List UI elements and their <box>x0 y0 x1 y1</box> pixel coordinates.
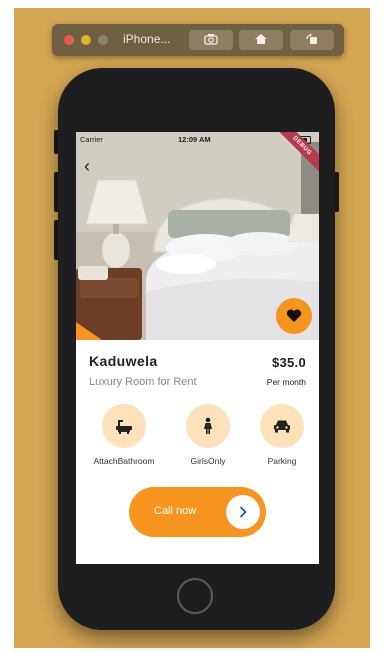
amenity-girls-only: GirlsOnly <box>168 404 248 466</box>
rotate-icon <box>306 33 317 44</box>
clock: 12:09 AM <box>178 135 211 144</box>
minimize-window-button[interactable] <box>81 35 91 45</box>
call-now-label: Call now <box>154 505 197 517</box>
amenity-icon-circle <box>260 404 304 448</box>
amenity-icon-circle <box>186 404 230 448</box>
amenity-label: Parking <box>267 456 297 466</box>
simulator-title: iPhone... <box>123 32 171 46</box>
camera-icon <box>204 34 218 45</box>
home-icon <box>255 34 267 44</box>
decorative-corner <box>76 322 102 340</box>
listing-subtitle: Luxury Room for Rent <box>89 376 197 388</box>
close-window-button[interactable] <box>64 35 74 45</box>
bathtub-icon <box>116 420 132 434</box>
zoom-window-button[interactable] <box>98 35 108 45</box>
call-arrow-circle[interactable] <box>226 495 260 529</box>
device-home-button[interactable] <box>177 578 213 614</box>
screenshot-button[interactable] <box>189 30 233 50</box>
amenity-label: AttachBathroom <box>93 456 155 466</box>
heart-icon <box>286 309 302 322</box>
rotate-button[interactable] <box>290 30 334 50</box>
car-icon <box>274 420 290 433</box>
room-photo: Carrier 12:09 AM DEBUG ‹ <box>76 132 319 340</box>
female-icon <box>204 417 212 434</box>
amenity-icon-circle <box>102 404 146 448</box>
amenity-label: GirlsOnly <box>190 456 226 466</box>
carrier-label: Carrier <box>80 135 103 144</box>
simulator-toolbar: iPhone... <box>52 24 344 56</box>
chevron-right-icon <box>240 506 247 518</box>
call-now-button[interactable]: Call now <box>129 487 266 537</box>
amenity-attach-bathroom: AttachBathroom <box>84 404 164 466</box>
home-button[interactable] <box>239 30 283 50</box>
amenity-parking: Parking <box>242 404 319 466</box>
listing-price: $35.0 <box>271 355 306 370</box>
favorite-button[interactable] <box>276 298 312 334</box>
back-chevron-icon[interactable]: ‹ <box>84 156 90 177</box>
price-period: Per month <box>266 377 306 387</box>
app-screen: Carrier 12:09 AM DEBUG ‹ Kaduwela Luxury… <box>76 132 319 564</box>
listing-location: Kaduwela <box>89 353 158 369</box>
